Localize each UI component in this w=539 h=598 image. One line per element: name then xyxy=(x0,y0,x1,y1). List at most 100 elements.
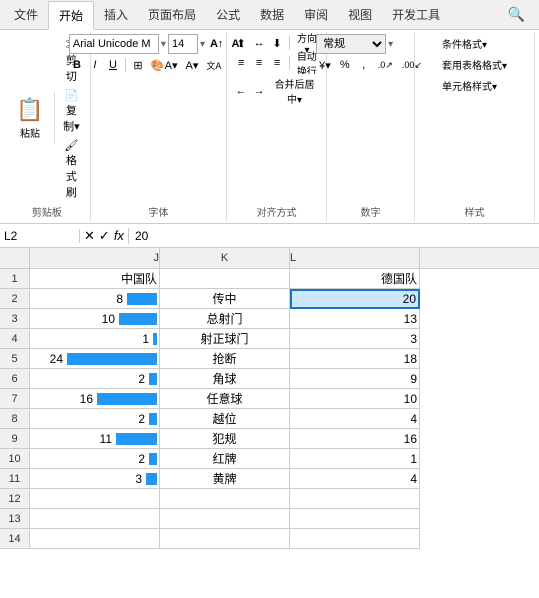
col-header-j[interactable]: J xyxy=(30,248,160,268)
cell-k-14[interactable] xyxy=(160,529,290,549)
cancel-icon[interactable]: ✕ xyxy=(84,228,95,244)
tab-data[interactable]: 数据 xyxy=(250,0,294,29)
cell-styles-button[interactable]: 单元格样式▾ xyxy=(438,76,511,95)
cell-k-4[interactable]: 射正球门 xyxy=(160,329,290,349)
font-color-button[interactable]: A▾ xyxy=(182,56,201,74)
increase-indent-button[interactable]: → xyxy=(251,82,267,100)
row-header-14[interactable]: 14 xyxy=(0,529,30,549)
cell-l-6[interactable]: 9 xyxy=(290,369,420,389)
cell-l-9[interactable]: 16 xyxy=(290,429,420,449)
col-header-k[interactable]: K xyxy=(160,248,290,268)
comma-button[interactable]: , xyxy=(356,56,372,74)
cell-l-4[interactable]: 3 xyxy=(290,329,420,349)
conditional-format-button[interactable]: 条件格式▾ xyxy=(438,34,511,53)
row-header-1[interactable]: 1 xyxy=(0,269,30,289)
cell-j-14[interactable] xyxy=(30,529,160,549)
cell-j-3[interactable]: 10 xyxy=(30,309,160,329)
align-top-button[interactable]: ⬆ xyxy=(233,34,249,52)
cell-k-8[interactable]: 越位 xyxy=(160,409,290,429)
row-header-12[interactable]: 12 xyxy=(0,489,30,509)
cell-l-3[interactable]: 13 xyxy=(290,309,420,329)
number-format-select[interactable]: 常规 xyxy=(316,34,386,54)
phonetic-button[interactable]: 文A xyxy=(203,56,224,74)
tab-file[interactable]: 文件 xyxy=(4,0,48,29)
cell-k-6[interactable]: 角球 xyxy=(160,369,290,389)
cell-reference[interactable]: L2 xyxy=(0,229,80,243)
row-header-3[interactable]: 3 xyxy=(0,309,30,329)
cell-l-12[interactable] xyxy=(290,489,420,509)
tab-page-layout[interactable]: 页面布局 xyxy=(138,0,206,29)
decrease-indent-button[interactable]: ← xyxy=(233,82,249,100)
cell-k-9[interactable]: 犯规 xyxy=(160,429,290,449)
row-header-4[interactable]: 4 xyxy=(0,329,30,349)
border-button[interactable]: ⊞ xyxy=(130,56,146,74)
cell-k-1[interactable] xyxy=(160,269,290,289)
cell-k-2[interactable]: 传中 xyxy=(160,289,290,309)
cell-j-10[interactable]: 2 xyxy=(30,449,160,469)
cell-l-8[interactable]: 4 xyxy=(290,409,420,429)
tab-home[interactable]: 开始 xyxy=(48,1,94,30)
cell-k-11[interactable]: 黄牌 xyxy=(160,469,290,489)
confirm-icon[interactable]: ✓ xyxy=(99,228,110,244)
cell-j-6[interactable]: 2 xyxy=(30,369,160,389)
cell-k-3[interactable]: 总射门 xyxy=(160,309,290,329)
cell-l-7[interactable]: 10 xyxy=(290,389,420,409)
font-size-input[interactable] xyxy=(168,34,198,54)
cell-k-13[interactable] xyxy=(160,509,290,529)
cell-j-5[interactable]: 24 xyxy=(30,349,160,369)
cell-l-10[interactable]: 1 xyxy=(290,449,420,469)
percent-button[interactable]: % xyxy=(337,56,353,74)
cell-l-5[interactable]: 18 xyxy=(290,349,420,369)
cell-l-11[interactable]: 4 xyxy=(290,469,420,489)
paste-button[interactable]: 📋 粘贴 xyxy=(10,92,50,144)
fill-color-button[interactable]: 🎨A▾ xyxy=(148,56,181,74)
cell-j-11[interactable]: 3 xyxy=(30,469,160,489)
row-header-11[interactable]: 11 xyxy=(0,469,30,489)
cell-l-1[interactable]: 德国队 xyxy=(290,269,420,289)
row-header-8[interactable]: 8 xyxy=(0,409,30,429)
merge-button[interactable]: 合并后居中▾ xyxy=(269,74,320,108)
align-bottom-button[interactable]: ⬇ xyxy=(269,34,285,52)
tab-review[interactable]: 审阅 xyxy=(294,0,338,29)
cell-j-8[interactable]: 2 xyxy=(30,409,160,429)
cell-j-12[interactable] xyxy=(30,489,160,509)
row-header-7[interactable]: 7 xyxy=(0,389,30,409)
row-header-5[interactable]: 5 xyxy=(0,349,30,369)
cell-k-12[interactable] xyxy=(160,489,290,509)
row-header-13[interactable]: 13 xyxy=(0,509,30,529)
tab-view[interactable]: 视图 xyxy=(338,0,382,29)
cell-j-2[interactable]: 8 xyxy=(30,289,160,309)
corner-cell[interactable] xyxy=(0,248,30,268)
search-icon[interactable]: 🔍 xyxy=(498,0,535,29)
align-right-button[interactable]: ≡ xyxy=(269,54,285,72)
align-left-button[interactable]: ≡ xyxy=(233,54,249,72)
cell-j-13[interactable] xyxy=(30,509,160,529)
increase-font-button[interactable]: A↑ xyxy=(207,35,226,53)
tab-insert[interactable]: 插入 xyxy=(94,0,138,29)
insert-function-icon[interactable]: fx xyxy=(114,228,124,243)
cell-l-13[interactable] xyxy=(290,509,420,529)
italic-button[interactable]: I xyxy=(87,56,103,74)
row-header-2[interactable]: 2 xyxy=(0,289,30,309)
cell-l-14[interactable] xyxy=(290,529,420,549)
increase-decimal-button[interactable]: .0↗ xyxy=(375,56,396,74)
format-as-table-button[interactable]: 套用表格格式▾ xyxy=(438,55,511,74)
bold-button[interactable]: B xyxy=(69,56,85,74)
cell-j-4[interactable]: 1 xyxy=(30,329,160,349)
tab-formula[interactable]: 公式 xyxy=(206,0,250,29)
currency-button[interactable]: ¥▾ xyxy=(316,56,334,74)
align-center-button[interactable]: ≡ xyxy=(251,54,267,72)
cell-k-7[interactable]: 任意球 xyxy=(160,389,290,409)
cell-l-2[interactable]: 20 xyxy=(290,289,420,309)
cell-j-7[interactable]: 16 xyxy=(30,389,160,409)
align-middle-button[interactable]: ↔ xyxy=(251,34,267,52)
tab-developer[interactable]: 开发工具 xyxy=(382,0,450,29)
row-header-9[interactable]: 9 xyxy=(0,429,30,449)
cell-k-5[interactable]: 抢断 xyxy=(160,349,290,369)
cell-k-10[interactable]: 红牌 xyxy=(160,449,290,469)
row-header-10[interactable]: 10 xyxy=(0,449,30,469)
cell-j-1[interactable]: 中国队 xyxy=(30,269,160,289)
cell-j-9[interactable]: 11 xyxy=(30,429,160,449)
font-name-input[interactable] xyxy=(69,34,159,54)
underline-button[interactable]: U xyxy=(105,56,121,74)
